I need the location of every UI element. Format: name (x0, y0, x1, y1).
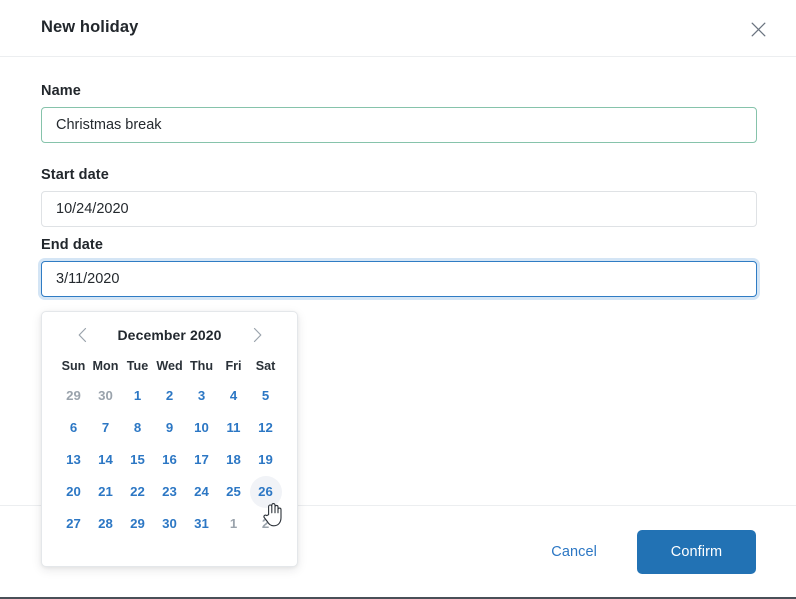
calendar-weekday: Mon (92, 359, 119, 373)
calendar-day[interactable]: 17 (186, 444, 218, 476)
page-title: New holiday (41, 18, 139, 36)
calendar-day[interactable]: 21 (90, 476, 122, 508)
calendar-day[interactable]: 1 (218, 508, 250, 540)
calendar-day[interactable]: 9 (154, 412, 186, 444)
calendar-day[interactable]: 11 (218, 412, 250, 444)
calendar-day[interactable]: 7 (90, 412, 122, 444)
calendar-day-hovered[interactable]: 26 (249, 476, 282, 508)
calendar-day[interactable]: 28 (90, 508, 122, 540)
calendar-day[interactable]: 31 (186, 508, 218, 540)
calendar-day[interactable]: 13 (58, 444, 90, 476)
calendar-day-grid: 29 30 1 2 3 4 5 6 7 8 9 10 11 12 13 14 15 16 17 18 19 20 21 22 2… (50, 380, 289, 540)
calendar-day[interactable]: 24 (186, 476, 218, 508)
cancel-button[interactable]: Cancel (537, 534, 611, 570)
start-date-field-group: Start date (41, 167, 757, 227)
calendar-day[interactable]: 22 (122, 476, 154, 508)
calendar-day[interactable]: 3 (186, 380, 218, 412)
calendar-weekday: Thu (189, 359, 214, 373)
new-holiday-dialog: New holiday Name Start date End date (0, 0, 796, 599)
calendar-day[interactable]: 29 (58, 380, 90, 412)
end-date-label: End date (41, 237, 104, 253)
dialog-header: New holiday (0, 0, 796, 57)
calendar-day[interactable]: 25 (218, 476, 250, 508)
calendar-day[interactable]: 5 (250, 380, 282, 412)
calendar-day[interactable]: 12 (250, 412, 282, 444)
calendar-weekday: Wed (156, 359, 183, 373)
calendar-day[interactable]: 19 (250, 444, 282, 476)
end-date-input[interactable] (41, 261, 757, 297)
calendar-day[interactable]: 30 (90, 380, 122, 412)
calendar-day[interactable]: 8 (122, 412, 154, 444)
start-date-input[interactable] (41, 191, 757, 227)
calendar-weekday: Tue (126, 359, 149, 373)
calendar-day[interactable]: 23 (154, 476, 186, 508)
calendar-day[interactable]: 18 (218, 444, 250, 476)
close-icon[interactable] (746, 17, 770, 41)
confirm-button[interactable]: Confirm (637, 529, 756, 574)
calendar-day[interactable]: 2 (154, 380, 186, 412)
calendar-day[interactable]: 30 (154, 508, 186, 540)
calendar-day[interactable]: 2 (250, 508, 282, 540)
calendar-day[interactable]: 1 (122, 380, 154, 412)
calendar-weekday: Sat (255, 359, 276, 373)
calendar-day[interactable]: 20 (58, 476, 90, 508)
calendar-day[interactable]: 6 (58, 412, 90, 444)
name-field-group: Name (41, 83, 757, 143)
chevron-right-icon[interactable] (245, 323, 269, 347)
start-date-label: Start date (41, 167, 109, 183)
calendar-day[interactable]: 16 (154, 444, 186, 476)
end-date-field-group: End date (41, 237, 757, 297)
date-picker-popup: December 2020 Sun Mon Tue Wed Thu Fri Sat 29 30… (41, 311, 298, 567)
calendar-weekday: Fri (225, 359, 242, 373)
calendar-day[interactable]: 29 (122, 508, 154, 540)
calendar-day[interactable]: 10 (186, 412, 218, 444)
name-label: Name (41, 83, 81, 99)
calendar-header: December 2020 (50, 318, 289, 352)
calendar-day[interactable]: 15 (122, 444, 154, 476)
name-input[interactable] (41, 107, 757, 143)
calendar-weekday: Sun (61, 359, 86, 373)
calendar-day[interactable]: 4 (218, 380, 250, 412)
chevron-left-icon[interactable] (70, 323, 94, 347)
calendar-day[interactable]: 14 (90, 444, 122, 476)
calendar-weekday-row: Sun Mon Tue Wed Thu Fri Sat (50, 352, 289, 380)
calendar-month-label: December 2020 (117, 327, 222, 343)
calendar-day[interactable]: 27 (58, 508, 90, 540)
